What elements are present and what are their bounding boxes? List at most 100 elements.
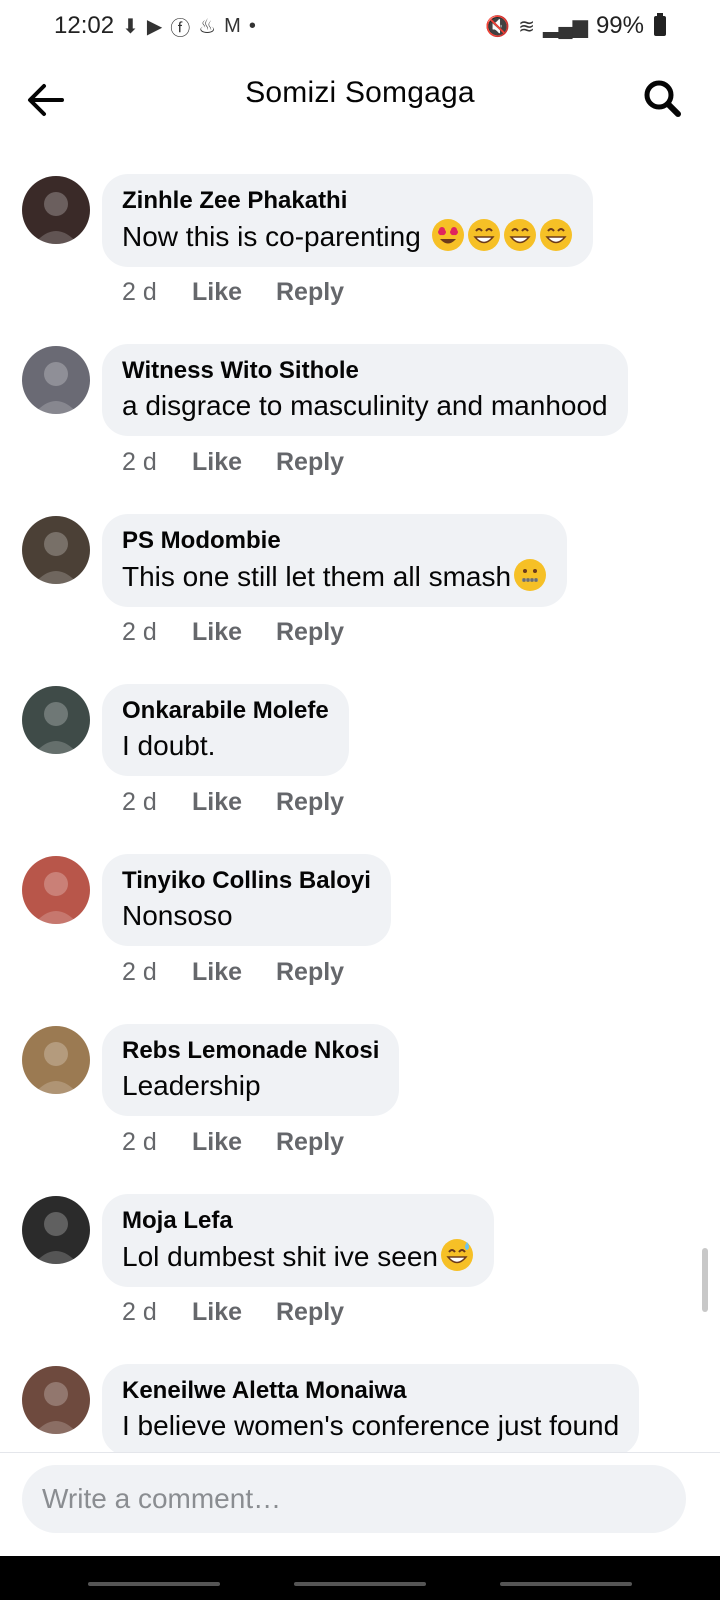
comment-text-content: Now this is co-parenting (122, 221, 429, 252)
like-button[interactable]: Like (192, 1298, 276, 1327)
reply-button[interactable]: Reply (276, 1128, 344, 1157)
comment-text-content: This one still let them all smash (122, 561, 512, 592)
comment-bubble[interactable]: Moja Lefa Lol dumbest shit ive seen (102, 1194, 494, 1287)
comment-author[interactable]: PS Modombie (122, 526, 547, 556)
comment-timestamp: 2 d (122, 1298, 157, 1326)
comment-text: Leadership (122, 1068, 379, 1104)
comment-bubble[interactable]: Keneilwe Aletta Monaiwa I believe women'… (102, 1364, 640, 1456)
battery-icon (654, 13, 666, 36)
comment-actions: 2 d Like Reply (122, 618, 344, 647)
comment-bubble[interactable]: Witness Wito Sithole a disgrace to mascu… (102, 344, 628, 436)
comment-bubble[interactable]: Onkarabile Molefe I doubt. (102, 684, 349, 776)
comment-bubble[interactable]: Rebs Lemonade Nkosi Leadership (102, 1024, 400, 1116)
comment-bubble[interactable]: Tinyiko Collins Baloyi Nonsoso (102, 854, 391, 946)
comment-author[interactable]: Onkarabile Molefe (122, 696, 329, 726)
nav-back-button[interactable] (500, 1582, 632, 1586)
nav-recent-button[interactable] (88, 1582, 220, 1586)
status-right: 🔇 ≋ ▂▄▆ 99% (485, 12, 666, 40)
comment-text-content: I believe women's conference just found (122, 1410, 620, 1441)
nav-home-button[interactable] (294, 1582, 426, 1586)
header: Somizi Somgaga (0, 60, 720, 140)
avatar[interactable] (22, 1366, 90, 1434)
like-button[interactable]: Like (192, 278, 276, 307)
comment-text: Lol dumbest shit ive seen (122, 1238, 474, 1275)
like-button[interactable]: Like (192, 788, 276, 817)
gmail-icon: M (224, 14, 241, 37)
comment-author[interactable]: Keneilwe Aletta Monaiwa (122, 1376, 619, 1406)
heart-eyes-emoji-icon (429, 219, 465, 252)
comment-text-content: Nonsoso (122, 900, 233, 931)
comment-input[interactable] (22, 1465, 686, 1533)
comment-actions: 2 d Like Reply (122, 278, 344, 307)
avatar[interactable] (22, 1026, 90, 1094)
comment-timestamp: 2 d (122, 1128, 157, 1156)
comment-author[interactable]: Zinhle Zee Phakathi (122, 186, 573, 216)
facebook-icon: ⓕ (170, 17, 191, 40)
scrollbar[interactable] (702, 1248, 708, 1312)
reply-button[interactable]: Reply (276, 788, 344, 817)
profile-photo-icon (22, 1196, 90, 1264)
comment-timestamp: 2 d (122, 448, 157, 476)
reply-button[interactable]: Reply (276, 1298, 344, 1327)
profile-photo-icon (22, 346, 90, 414)
comment-bubble[interactable]: PS Modombie This one still let them all … (102, 514, 568, 607)
profile-photo-icon (22, 856, 90, 924)
comment-actions: 2 d Like Reply (122, 1298, 344, 1327)
dot-icon: • (248, 14, 256, 37)
comment-item: Zinhle Zee Phakathi Now this is co-paren… (0, 174, 720, 344)
avatar[interactable] (22, 856, 90, 924)
comment-author[interactable]: Moja Lefa (122, 1206, 474, 1236)
profile-photo-icon (22, 176, 90, 244)
zipper-mouth-emoji-icon (511, 559, 547, 592)
comment-author[interactable]: Tinyiko Collins Baloyi (122, 866, 371, 896)
avatar[interactable] (22, 516, 90, 584)
mute-icon: 🔇 (485, 15, 511, 38)
comment-timestamp: 2 d (122, 788, 157, 816)
reply-button[interactable]: Reply (276, 958, 344, 987)
grin-emoji-icon (537, 219, 573, 252)
comment-actions: 2 d Like Reply (122, 788, 344, 817)
youtube-icon: ▶ (146, 15, 163, 38)
comment-text-content: a disgrace to masculinity and manhood (122, 390, 608, 421)
sweat-smile-emoji-icon (438, 1239, 474, 1272)
comment-author[interactable]: Witness Wito Sithole (122, 356, 608, 386)
comment-item: Rebs Lemonade Nkosi Leadership 2 d Like … (0, 1024, 720, 1194)
comment-text: Nonsoso (122, 898, 371, 934)
status-bar: 12:02 ⬇ ▶ ⓕ ♨ M • 🔇 ≋ ▂▄▆ 99% (0, 0, 720, 52)
avatar[interactable] (22, 1196, 90, 1264)
comment-text-content: I doubt. (122, 730, 216, 761)
profile-photo-icon (22, 1026, 90, 1094)
wifi-icon: ≋ (518, 15, 536, 38)
signal-icon: ▂▄▆ (543, 15, 588, 38)
comment-bubble[interactable]: Zinhle Zee Phakathi Now this is co-paren… (102, 174, 593, 267)
notification-icon: ♨ (198, 15, 217, 38)
comment-timestamp: 2 d (122, 278, 157, 306)
like-button[interactable]: Like (192, 1128, 276, 1157)
comment-item: Witness Wito Sithole a disgrace to mascu… (0, 344, 720, 514)
comment-author[interactable]: Rebs Lemonade Nkosi (122, 1036, 379, 1066)
comment-actions: 2 d Like Reply (122, 448, 344, 477)
reply-button[interactable]: Reply (276, 448, 344, 477)
system-nav-bar (0, 1556, 720, 1600)
search-button[interactable] (640, 76, 686, 122)
comment-timestamp: 2 d (122, 618, 157, 646)
comment-text: I doubt. (122, 728, 329, 764)
grin-emoji-icon (501, 219, 537, 252)
comment-item: Tinyiko Collins Baloyi Nonsoso 2 d Like … (0, 854, 720, 1024)
comment-item: Onkarabile Molefe I doubt. 2 d Like Repl… (0, 684, 720, 854)
avatar[interactable] (22, 176, 90, 244)
download-icon: ⬇ (122, 15, 139, 38)
reply-button[interactable]: Reply (276, 278, 344, 307)
reply-button[interactable]: Reply (276, 618, 344, 647)
search-icon (644, 80, 681, 117)
avatar[interactable] (22, 346, 90, 414)
comment-text: Now this is co-parenting (122, 218, 573, 255)
comment-item: Moja Lefa Lol dumbest shit ive seen 2 d … (0, 1194, 720, 1364)
like-button[interactable]: Like (192, 958, 276, 987)
comment-actions: 2 d Like Reply (122, 958, 344, 987)
comment-text: a disgrace to masculinity and manhood (122, 388, 608, 424)
avatar[interactable] (22, 686, 90, 754)
status-left: 12:02 ⬇ ▶ ⓕ ♨ M • (54, 12, 256, 41)
like-button[interactable]: Like (192, 448, 276, 477)
like-button[interactable]: Like (192, 618, 276, 647)
